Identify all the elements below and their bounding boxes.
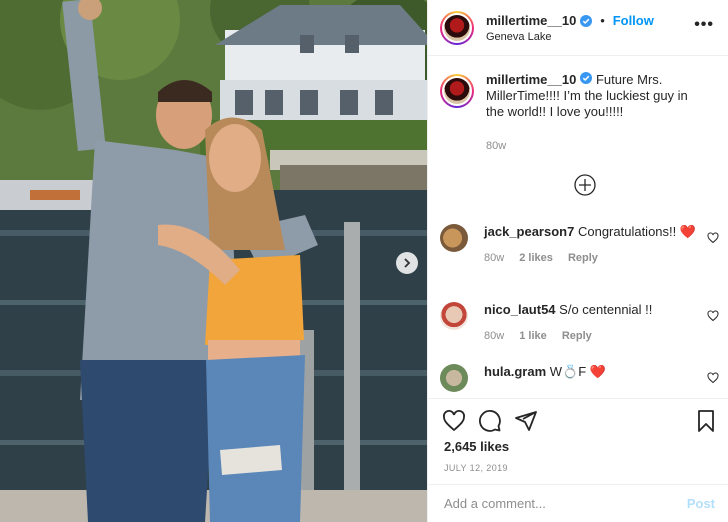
comment-icon[interactable]	[478, 409, 502, 433]
post-caption: millertime__10 Future Mrs. MillerTime!!!…	[428, 56, 728, 154]
commenter-avatar[interactable]	[440, 364, 468, 392]
commenter-avatar[interactable]	[440, 224, 468, 252]
comment-username[interactable]: nico_laut54	[484, 302, 556, 317]
verified-badge-icon	[580, 72, 593, 84]
header-separator: •	[600, 13, 605, 28]
heart-icon[interactable]	[707, 372, 719, 384]
comment-likes[interactable]: 2 likes	[519, 252, 553, 264]
comment-item: hula.gram W💍F ❤️	[440, 364, 725, 392]
post-comment-button[interactable]: Post	[687, 496, 715, 511]
reply-button[interactable]: Reply	[568, 252, 598, 264]
plus-circle-icon[interactable]	[574, 174, 596, 196]
add-comment-bar: Post	[428, 484, 728, 522]
bookmark-icon[interactable]	[694, 409, 718, 433]
follow-button[interactable]: Follow	[613, 13, 654, 28]
author-avatar[interactable]	[440, 10, 474, 45]
caption-avatar[interactable]	[440, 74, 474, 108]
post-side-panel: millertime__10 • Follow Geneva Lake ••• …	[427, 0, 728, 522]
comment-item: jack_pearson7 Congratulations!! ❤️ 80w 2…	[440, 224, 725, 266]
post-date[interactable]: JULY 12, 2019	[444, 463, 508, 473]
engagement-photo	[0, 0, 427, 522]
comment-username[interactable]: hula.gram	[484, 364, 546, 379]
reply-button[interactable]: Reply	[562, 330, 592, 342]
heart-icon[interactable]	[707, 310, 719, 322]
comment-age[interactable]: 80w	[484, 330, 504, 342]
verified-badge-icon	[580, 14, 593, 27]
post-modal: millertime__10 • Follow Geneva Lake ••• …	[0, 0, 728, 522]
commenter-avatar[interactable]	[440, 302, 468, 330]
caption-age[interactable]: 80w	[486, 138, 706, 154]
post-actions: 2,645 likes JULY 12, 2019	[428, 398, 728, 484]
comment-username[interactable]: jack_pearson7	[484, 224, 574, 239]
comment-text: W💍F ❤️	[549, 364, 606, 379]
comment-likes[interactable]: 1 like	[519, 330, 547, 342]
comment-text: Congratulations!! ❤️	[577, 224, 697, 239]
comment-age[interactable]: 80w	[484, 252, 504, 264]
comment-text: S/o centennial !!	[559, 302, 653, 317]
post-header: millertime__10 • Follow Geneva Lake •••	[428, 0, 728, 56]
post-photo[interactable]	[0, 0, 427, 522]
post-location[interactable]: Geneva Lake	[486, 31, 654, 43]
more-icon: •••	[694, 16, 714, 33]
caption-username[interactable]: millertime__10	[486, 72, 576, 87]
author-username[interactable]: millertime__10	[486, 13, 593, 28]
author-username-text[interactable]: millertime__10	[486, 13, 576, 28]
heart-icon[interactable]	[442, 409, 466, 433]
comment-input[interactable]	[444, 496, 664, 511]
share-icon[interactable]	[514, 409, 538, 433]
chevron-right-icon	[404, 258, 411, 268]
likes-count[interactable]: 2,645 likes	[444, 439, 509, 454]
more-options-button[interactable]: •••	[694, 16, 714, 34]
heart-icon[interactable]	[707, 232, 719, 244]
next-photo-button[interactable]	[396, 252, 418, 274]
comment-item: nico_laut54 S/o centennial !! 80w 1 like…	[440, 302, 725, 344]
